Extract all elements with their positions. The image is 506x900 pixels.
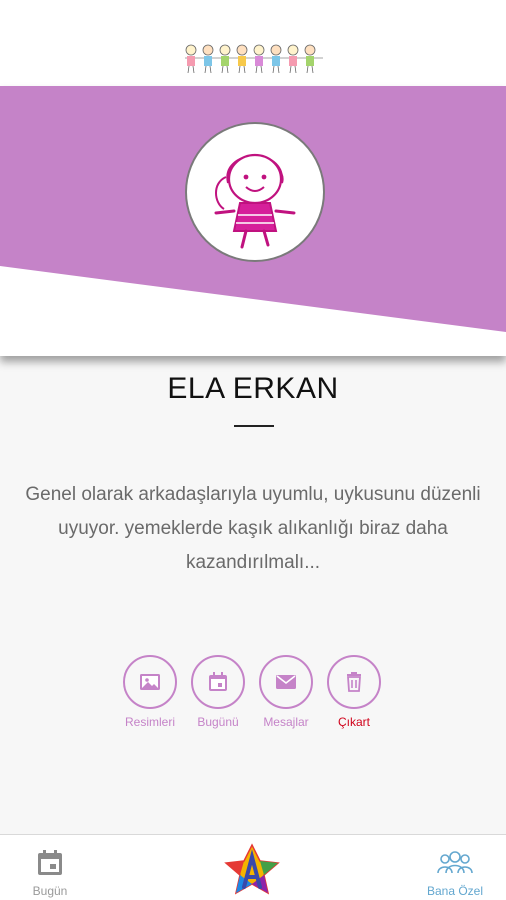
calendar-tab-icon — [38, 850, 62, 875]
image-icon — [140, 674, 160, 690]
photos-button-circle[interactable] — [123, 655, 177, 709]
tab-today-label: Bugün — [32, 884, 68, 898]
people-icon — [437, 851, 473, 874]
bottom-tab-bar: Bugün Bana Özel — [0, 834, 506, 900]
photos-button-label: Resimleri — [124, 715, 175, 729]
avatar — [187, 124, 323, 260]
messages-button-label: Mesajlar — [263, 715, 309, 729]
tab-today[interactable]: Bugün — [22, 849, 78, 898]
action-row: Resimleri Bugünü Mesajlar Çıkart — [120, 655, 390, 735]
tab-bana-ozel[interactable]: Bana Özel — [414, 849, 496, 898]
tab-bana-ozel-label: Bana Özel — [426, 884, 484, 898]
photos-button[interactable]: Resimleri — [120, 655, 180, 729]
student-profile-screen: ELA ERKAN Genel olarak arkadaşlarıyla uy… — [0, 0, 506, 900]
mail-icon — [276, 675, 296, 689]
student-name: ELA ERKAN — [167, 372, 339, 405]
school-star-logo[interactable] — [220, 843, 284, 897]
calendar-icon — [209, 672, 227, 691]
remove-button[interactable]: Çıkart — [324, 655, 384, 729]
today-button[interactable]: Bugünü — [188, 655, 248, 729]
today-button-circle[interactable] — [191, 655, 245, 709]
girl-illustration-icon — [214, 153, 296, 249]
name-divider — [234, 425, 274, 427]
remove-button-label: Çıkart — [337, 715, 370, 729]
profile-header — [0, 86, 506, 356]
teacher-note: Genel olarak arkadaşlarıyla uyumlu, uyku… — [25, 484, 481, 573]
messages-button[interactable]: Mesajlar — [256, 655, 316, 729]
top-bar — [0, 0, 506, 86]
messages-button-circle[interactable] — [259, 655, 313, 709]
trash-icon — [347, 672, 361, 692]
today-button-label: Bugünü — [197, 715, 239, 729]
kids-chain-logo — [185, 44, 323, 74]
remove-button-circle[interactable] — [327, 655, 381, 709]
